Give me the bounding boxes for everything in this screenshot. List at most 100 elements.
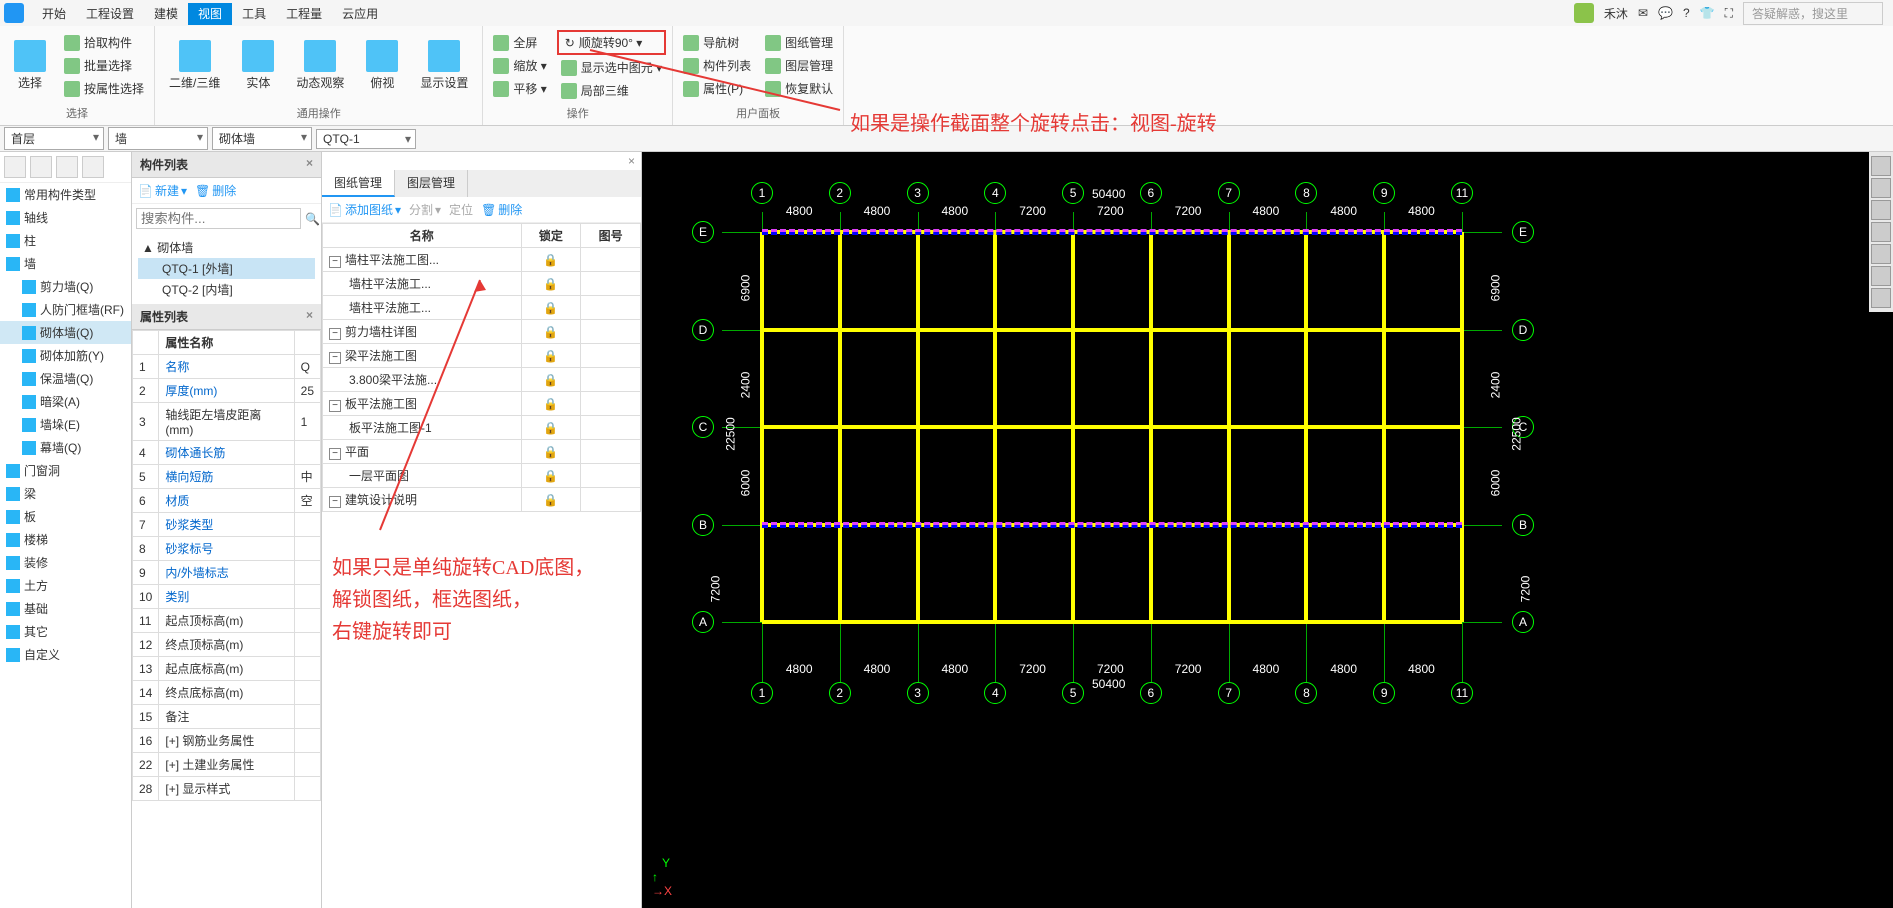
comp-list-button[interactable]: 构件列表: [679, 55, 755, 76]
select-button[interactable]: 选择: [6, 36, 54, 95]
help-icon[interactable]: ?: [1683, 6, 1690, 20]
general-button[interactable]: 动态观察: [288, 36, 352, 95]
nav-node[interactable]: 砌体墙(Q): [0, 321, 131, 344]
pan-button[interactable]: 平移 ▾: [489, 78, 550, 99]
right-tool-3[interactable]: [1871, 200, 1891, 220]
lock-icon[interactable]: 🔒: [543, 277, 558, 291]
tree-toggle-icon[interactable]: −: [329, 400, 341, 412]
menu-item-1[interactable]: 工程设置: [76, 3, 144, 25]
nav-node[interactable]: 幕墙(Q): [0, 436, 131, 459]
drawing-row[interactable]: 板平法施工图-1🔒: [323, 416, 641, 440]
component-item[interactable]: QTQ-1 [外墙]: [138, 258, 315, 279]
nav-node[interactable]: 板: [0, 505, 131, 528]
cad-viewport[interactable]: Y ↑ →X 1122334455667788991111EEDDCCBBAA4…: [642, 152, 1893, 908]
add-drawing-button[interactable]: 📄 添加图纸 ▾: [328, 201, 401, 218]
select-small-button[interactable]: 拾取构件: [60, 32, 148, 53]
property-row[interactable]: 3轴线距左墙皮距离(mm)1: [133, 403, 321, 441]
right-tool-7[interactable]: [1871, 288, 1891, 308]
menu-item-5[interactable]: 工程量: [276, 3, 332, 25]
tree-toggle-icon[interactable]: −: [329, 496, 341, 508]
tab-layer-manage[interactable]: 图层管理: [395, 170, 468, 197]
property-row[interactable]: 15备注: [133, 705, 321, 729]
right-tool-4[interactable]: [1871, 222, 1891, 242]
tree-toggle-icon[interactable]: −: [329, 352, 341, 364]
close-icon[interactable]: ×: [306, 308, 313, 325]
nav-node[interactable]: 砌体加筋(Y): [0, 344, 131, 367]
property-row[interactable]: 6材质空: [133, 489, 321, 513]
drawing-mgr-button[interactable]: 图纸管理: [761, 32, 837, 53]
property-row[interactable]: 4砌体通长筋: [133, 441, 321, 465]
nav-node[interactable]: 梁: [0, 482, 131, 505]
property-row[interactable]: 14终点底标高(m): [133, 681, 321, 705]
property-button[interactable]: 属性(P): [679, 78, 755, 99]
property-row[interactable]: 9内/外墙标志: [133, 561, 321, 585]
component-search-input[interactable]: [136, 208, 301, 229]
nav-node[interactable]: 轴线: [0, 206, 131, 229]
property-row[interactable]: 11起点顶标高(m): [133, 609, 321, 633]
lock-icon[interactable]: 🔒: [543, 325, 558, 339]
drawing-row[interactable]: 3.800梁平法施...🔒: [323, 368, 641, 392]
global-search-input[interactable]: 答疑解惑，搜这里: [1743, 2, 1883, 25]
nav-node[interactable]: 墙: [0, 252, 131, 275]
nav-node[interactable]: 柱: [0, 229, 131, 252]
general-button[interactable]: 显示设置: [412, 36, 476, 95]
general-button[interactable]: 二维/三维: [161, 36, 228, 95]
locate-button[interactable]: 定位: [449, 201, 473, 218]
nav-node[interactable]: 剪力墙(Q): [0, 275, 131, 298]
delete-component-button[interactable]: 🗑 删除: [195, 182, 236, 199]
chat-icon[interactable]: 💬: [1658, 6, 1673, 20]
component-root[interactable]: ▲ 砌体墙: [138, 237, 315, 258]
property-row[interactable]: 16[+] 钢筋业务属性: [133, 729, 321, 753]
select-small-button[interactable]: 按属性选择: [60, 78, 148, 99]
right-tool-5[interactable]: [1871, 244, 1891, 264]
property-row[interactable]: 5横向短筋中: [133, 465, 321, 489]
tree-toggle-icon[interactable]: −: [329, 448, 341, 460]
lock-icon[interactable]: 🔒: [543, 469, 558, 483]
menu-item-2[interactable]: 建模: [144, 3, 188, 25]
component-item[interactable]: QTQ-2 [内墙]: [138, 279, 315, 300]
drawing-row[interactable]: −平面🔒: [323, 440, 641, 464]
rotate-90-button[interactable]: ↻顺旋转90° ▾: [557, 30, 666, 55]
property-row[interactable]: 12终点顶标高(m): [133, 633, 321, 657]
close-icon[interactable]: ×: [628, 154, 635, 168]
nav-node[interactable]: 楼梯: [0, 528, 131, 551]
select-small-button[interactable]: 批量选择: [60, 55, 148, 76]
drawing-row[interactable]: −墙柱平法施工图...🔒: [323, 248, 641, 272]
general-button[interactable]: 实体: [234, 36, 282, 95]
property-row[interactable]: 2厚度(mm)25: [133, 379, 321, 403]
tree-toggle-icon[interactable]: −: [329, 256, 341, 268]
lock-icon[interactable]: 🔒: [543, 253, 558, 267]
nav-node[interactable]: 墙垛(E): [0, 413, 131, 436]
drawing-row[interactable]: 墙柱平法施工...🔒: [323, 296, 641, 320]
nav-node[interactable]: 其它: [0, 620, 131, 643]
lock-icon[interactable]: 🔒: [543, 301, 558, 315]
drawing-row[interactable]: 墙柱平法施工...🔒: [323, 272, 641, 296]
nav-tree-button[interactable]: 导航树: [679, 32, 755, 53]
drawing-row[interactable]: 一层平面图🔒: [323, 464, 641, 488]
delete-drawing-button[interactable]: 🗑 删除: [481, 201, 522, 218]
zoom-button[interactable]: 缩放 ▾: [489, 55, 550, 76]
lock-icon[interactable]: 🔒: [543, 373, 558, 387]
nav-node[interactable]: 门窗洞: [0, 459, 131, 482]
nav-collapse-button[interactable]: [4, 156, 26, 178]
tree-toggle-icon[interactable]: −: [329, 328, 341, 340]
floor-selector[interactable]: 首层: [4, 127, 104, 150]
property-row[interactable]: 13起点底标高(m): [133, 657, 321, 681]
layer-mgr-button[interactable]: 图层管理: [761, 55, 837, 76]
split-button[interactable]: 分割 ▾: [409, 201, 441, 218]
drawing-row[interactable]: −剪力墙柱详图🔒: [323, 320, 641, 344]
lock-icon[interactable]: 🔒: [543, 349, 558, 363]
local-3d-button[interactable]: 局部三维: [557, 80, 666, 101]
drawing-row[interactable]: −梁平法施工图🔒: [323, 344, 641, 368]
show-selected-button[interactable]: 显示选中图元 ▾: [557, 57, 666, 78]
user-avatar[interactable]: [1574, 3, 1594, 23]
drawing-row[interactable]: −建筑设计说明🔒: [323, 488, 641, 512]
property-row[interactable]: 10类别: [133, 585, 321, 609]
property-row[interactable]: 7砂浆类型: [133, 513, 321, 537]
lock-icon[interactable]: 🔒: [543, 421, 558, 435]
nav-expand-button[interactable]: [30, 156, 52, 178]
lock-icon[interactable]: 🔒: [543, 493, 558, 507]
tshirt-icon[interactable]: 👕: [1700, 6, 1715, 20]
nav-node[interactable]: 装修: [0, 551, 131, 574]
general-button[interactable]: 俯视: [358, 36, 406, 95]
